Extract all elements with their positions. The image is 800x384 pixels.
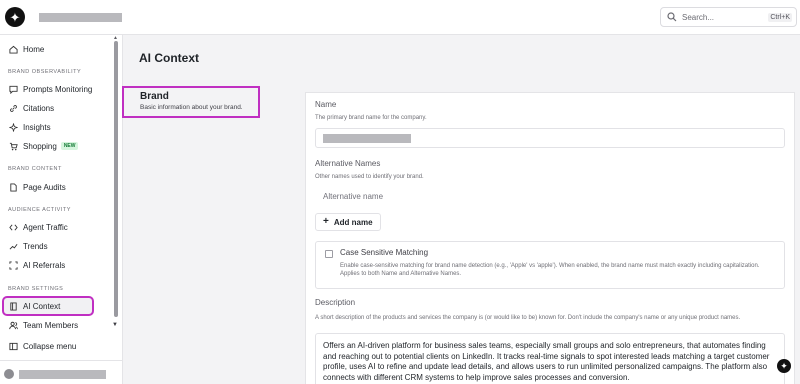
plus-icon: + — [323, 216, 329, 227]
sidebar-item-home[interactable]: Home — [4, 41, 112, 57]
sidebar-item-shopping[interactable]: Shopping NEW — [4, 138, 112, 154]
users-icon — [8, 320, 18, 330]
panel-collapse-icon — [8, 341, 18, 351]
user-menu[interactable] — [4, 369, 106, 379]
user-name-redacted — [19, 369, 106, 379]
sidebar-item-label: Team Members — [23, 320, 79, 330]
sidebar-item-label: Insights — [23, 122, 51, 132]
sidebar-item-label: Trends — [23, 241, 48, 251]
sidebar: Home BRAND OBSERVABILITY Prompts Monitor… — [0, 35, 123, 384]
search-input[interactable]: Search... Ctrl+K — [660, 7, 797, 27]
alt-names-help: Other names used to identify your brand. — [315, 174, 424, 180]
link-icon — [8, 103, 18, 113]
case-sensitive-option: Case Sensitive Matching Enable case-sens… — [315, 241, 785, 289]
sidebar-divider — [0, 360, 123, 361]
sidebar-item-label: Page Audits — [23, 182, 66, 192]
scroll-down-arrow-icon[interactable]: ▼ — [112, 322, 118, 328]
sidebar-item-ai-referrals[interactable]: AI Referrals — [4, 257, 112, 273]
search-placeholder: Search... — [682, 12, 715, 22]
alternative-name-placeholder: Alternative name — [323, 192, 384, 201]
name-value-redacted — [323, 134, 411, 143]
trend-line-icon — [8, 241, 18, 251]
code-brackets-icon — [8, 222, 18, 232]
section-subtitle: Basic information about your brand. — [140, 104, 243, 111]
shopping-cart-icon — [8, 141, 18, 151]
collapse-menu-button[interactable]: Collapse menu — [4, 338, 112, 354]
sparkle-icon — [8, 122, 18, 132]
sidebar-item-team-members[interactable]: Team Members — [4, 317, 112, 333]
sidebar-item-prompts-monitoring[interactable]: Prompts Monitoring — [4, 81, 112, 97]
sidebar-item-trends[interactable]: Trends — [4, 238, 112, 254]
section-title: Brand — [140, 91, 169, 102]
sidebar-item-agent-traffic[interactable]: Agent Traffic — [4, 219, 112, 235]
section-brand-content: BRAND CONTENT — [8, 166, 62, 172]
name-label: Name — [315, 100, 337, 109]
name-field[interactable] — [315, 128, 785, 148]
bracket-frame-icon — [8, 260, 18, 270]
brand-section-header: Brand Basic information about your brand… — [122, 86, 260, 118]
sidebar-item-label: Agent Traffic — [23, 222, 68, 232]
asterisk-assistant-icon[interactable]: ✦ — [777, 359, 791, 373]
sidebar-item-label: Shopping — [23, 141, 57, 151]
new-badge: NEW — [60, 142, 79, 150]
section-brand-observability: BRAND OBSERVABILITY — [8, 69, 82, 75]
sidebar-item-ai-context[interactable]: AI Context — [2, 296, 94, 316]
workspace-name-redacted[interactable] — [39, 13, 122, 22]
sidebar-item-label: Prompts Monitoring — [23, 84, 93, 94]
alternative-name-field[interactable]: Alternative name — [315, 187, 785, 207]
sidebar-item-label: Home — [23, 44, 45, 54]
description-textarea[interactable]: Offers an AI-driven platform for busines… — [315, 333, 785, 384]
description-label: Description — [315, 298, 356, 307]
add-name-label: Add name — [333, 217, 373, 227]
brand-form-panel: Name The primary brand name for the comp… — [305, 92, 795, 384]
chat-bubble-icon — [8, 84, 18, 94]
sidebar-item-page-audits[interactable]: Page Audits — [4, 179, 112, 195]
sidebar-item-citations[interactable]: Citations — [4, 100, 112, 116]
search-shortcut: Ctrl+K — [768, 12, 792, 22]
add-name-button[interactable]: + Add name — [315, 213, 381, 231]
name-help: The primary brand name for the company. — [315, 115, 427, 121]
scroll-up-arrow-icon[interactable]: ▲ — [113, 35, 118, 41]
home-icon — [8, 44, 18, 54]
book-icon — [8, 301, 18, 311]
sidebar-item-label: AI Context — [23, 301, 61, 311]
document-icon — [8, 182, 18, 192]
sidebar-scrollbar-thumb[interactable] — [114, 41, 118, 317]
case-sensitive-checkbox[interactable] — [325, 250, 333, 258]
description-value: Offers an AI-driven platform for busines… — [323, 341, 770, 382]
description-help: A short description of the products and … — [315, 315, 741, 321]
collapse-menu-label: Collapse menu — [23, 341, 77, 351]
section-brand-settings: BRAND SETTINGS — [8, 286, 64, 292]
alt-names-label: Alternative Names — [315, 159, 381, 168]
case-sensitive-description: Enable case-sensitive matching for brand… — [340, 263, 760, 277]
sidebar-item-label: AI Referrals — [23, 260, 66, 270]
page-title: AI Context — [139, 51, 199, 65]
search-icon — [667, 12, 677, 22]
sidebar-item-label: Citations — [23, 103, 55, 113]
top-bar: ✦ Search... Ctrl+K — [0, 0, 800, 35]
section-audience-activity: AUDIENCE ACTIVITY — [8, 207, 71, 213]
sidebar-item-insights[interactable]: Insights — [4, 119, 112, 135]
avatar — [4, 369, 14, 379]
case-sensitive-label: Case Sensitive Matching — [340, 248, 429, 257]
asterisk-logo-icon[interactable]: ✦ — [5, 7, 25, 27]
